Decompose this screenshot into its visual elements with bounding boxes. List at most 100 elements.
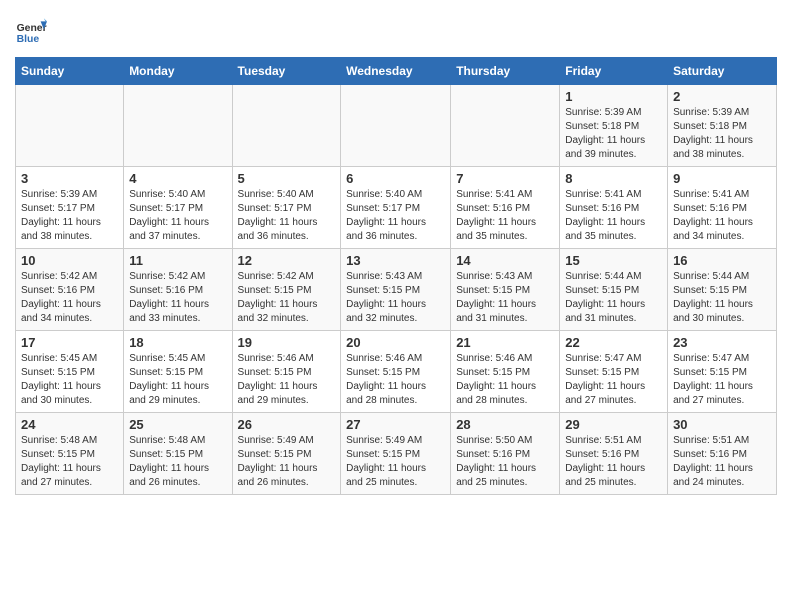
- day-detail: Sunrise: 5:47 AM Sunset: 5:15 PM Dayligh…: [673, 352, 771, 408]
- day-detail: Sunrise: 5:46 AM Sunset: 5:15 PM Dayligh…: [346, 352, 445, 408]
- day-number: 26: [238, 417, 336, 432]
- calendar-cell: 27Sunrise: 5:49 AM Sunset: 5:15 PM Dayli…: [341, 413, 451, 495]
- day-number: 18: [129, 335, 226, 350]
- calendar-cell: 15 Sunrise: 5:44 AM Sunset: 5:15 PM Dayli…: [560, 249, 668, 331]
- day-detail: Sunrise: 5:47 AM Sunset: 5:15 PM Dayligh…: [565, 352, 662, 408]
- calendar-cell: 22 Sunrise: 5:47 AM Sunset: 5:15 PM Dayli…: [560, 331, 668, 413]
- calendar-cell: 4 Sunrise: 5:40 AM Sunset: 5:17 PM Daylig…: [124, 167, 232, 249]
- day-detail: Sunrise: 5:44 AM Sunset: 5:15 PM Dayligh…: [673, 270, 771, 326]
- day-number: 1: [565, 89, 662, 104]
- svg-text:Blue: Blue: [17, 34, 40, 45]
- week-row-5: 24 Sunrise: 5:48 AM Sunset: 5:15 PM Dayli…: [16, 413, 777, 495]
- day-number: 6: [346, 171, 445, 186]
- page-header: General Blue: [15, 15, 777, 47]
- calendar-cell: 13 Sunrise: 5:43 AM Sunset: 5:15 PM Dayli…: [341, 249, 451, 331]
- day-number: 3: [21, 171, 118, 186]
- day-number: 22: [565, 335, 662, 350]
- calendar-cell: 5 Sunrise: 5:40 AM Sunset: 5:17 PM Daylig…: [232, 167, 341, 249]
- week-row-1: 1 Sunrise: 5:39 AM Sunset: 5:18 PM Daylig…: [16, 85, 777, 167]
- column-header-friday: Friday: [560, 58, 668, 85]
- calendar-cell: 25 Sunrise: 5:48 AM Sunset: 5:15 PM Dayli…: [124, 413, 232, 495]
- day-number: 23: [673, 335, 771, 350]
- calendar-cell: 8 Sunrise: 5:41 AM Sunset: 5:16 PM Daylig…: [560, 167, 668, 249]
- calendar-cell: 14 Sunrise: 5:43 AM Sunset: 5:15 PM Dayli…: [451, 249, 560, 331]
- day-detail: Sunrise: 5:44 AM Sunset: 5:15 PM Dayligh…: [565, 270, 662, 326]
- calendar-cell: 18 Sunrise: 5:45 AM Sunset: 5:15 PM Dayli…: [124, 331, 232, 413]
- day-number: 12: [238, 253, 336, 268]
- calendar-cell: 23 Sunrise: 5:47 AM Sunset: 5:15 PM Dayli…: [668, 331, 777, 413]
- day-detail: Sunrise: 5:39 AM Sunset: 5:18 PM Dayligh…: [565, 106, 662, 162]
- day-detail: Sunrise: 5:40 AM Sunset: 5:17 PM Dayligh…: [346, 188, 445, 244]
- calendar-cell: 24Sunrise: 5:48 AM Sunset: 5:15 PM Dayli…: [16, 413, 124, 495]
- day-number: 28: [456, 417, 554, 432]
- day-detail: Sunrise: 5:42 AM Sunset: 5:16 PM Dayligh…: [129, 270, 226, 326]
- day-number: 7: [456, 171, 554, 186]
- day-number: 15: [565, 253, 662, 268]
- day-detail: Sunrise: 5:43 AM Sunset: 5:15 PM Dayligh…: [456, 270, 554, 326]
- day-detail: Sunrise: 5:48 AM Sunset: 5:15 PM Dayligh…: [129, 434, 226, 490]
- calendar-cell: 2Sunrise: 5:39 AM Sunset: 5:18 PM Daylig…: [668, 85, 777, 167]
- day-detail: Sunrise: 5:50 AM Sunset: 5:16 PM Dayligh…: [456, 434, 554, 490]
- day-number: 19: [238, 335, 336, 350]
- day-number: 8: [565, 171, 662, 186]
- calendar-cell: 28 Sunrise: 5:50 AM Sunset: 5:16 PM Dayli…: [451, 413, 560, 495]
- header-row: SundayMondayTuesdayWednesdayThursdayFrid…: [16, 58, 777, 85]
- calendar-table: SundayMondayTuesdayWednesdayThursdayFrid…: [15, 57, 777, 495]
- column-header-tuesday: Tuesday: [232, 58, 341, 85]
- column-header-saturday: Saturday: [668, 58, 777, 85]
- day-number: 17: [21, 335, 118, 350]
- calendar-cell: 17 Sunrise: 5:45 AM Sunset: 5:15 PM Dayli…: [16, 331, 124, 413]
- day-number: 13: [346, 253, 445, 268]
- calendar-cell: 20 Sunrise: 5:46 AM Sunset: 5:15 PM Dayli…: [341, 331, 451, 413]
- day-detail: Sunrise: 5:40 AM Sunset: 5:17 PM Dayligh…: [238, 188, 336, 244]
- calendar-cell: 26 Sunrise: 5:49 AM Sunset: 5:15 PM Dayli…: [232, 413, 341, 495]
- calendar-cell: [451, 85, 560, 167]
- day-detail: Sunrise: 5:40 AM Sunset: 5:17 PM Dayligh…: [129, 188, 226, 244]
- calendar-cell: 3 Sunrise: 5:39 AM Sunset: 5:17 PM Daylig…: [16, 167, 124, 249]
- calendar-cell: 6 Sunrise: 5:40 AM Sunset: 5:17 PM Daylig…: [341, 167, 451, 249]
- day-detail: Sunrise: 5:49 AM Sunset: 5:15 PM Dayligh…: [238, 434, 336, 490]
- calendar-cell: 9 Sunrise: 5:41 AM Sunset: 5:16 PM Daylig…: [668, 167, 777, 249]
- day-detail: Sunrise: 5:45 AM Sunset: 5:15 PM Dayligh…: [21, 352, 118, 408]
- day-number: 4: [129, 171, 226, 186]
- day-detail: Sunrise: 5:45 AM Sunset: 5:15 PM Dayligh…: [129, 352, 226, 408]
- day-number: 24: [21, 417, 118, 432]
- calendar-cell: 16 Sunrise: 5:44 AM Sunset: 5:15 PM Dayli…: [668, 249, 777, 331]
- day-number: 25: [129, 417, 226, 432]
- week-row-3: 10 Sunrise: 5:42 AM Sunset: 5:16 PM Dayli…: [16, 249, 777, 331]
- day-number: 20: [346, 335, 445, 350]
- calendar-cell: 12 Sunrise: 5:42 AM Sunset: 5:15 PM Dayli…: [232, 249, 341, 331]
- day-detail: Sunrise: 5:46 AM Sunset: 5:15 PM Dayligh…: [456, 352, 554, 408]
- day-detail: Sunrise: 5:41 AM Sunset: 5:16 PM Dayligh…: [673, 188, 771, 244]
- day-detail: Sunrise: 5:49 AM Sunset: 5:15 PM Dayligh…: [346, 434, 445, 490]
- day-detail: Sunrise: 5:46 AM Sunset: 5:15 PM Dayligh…: [238, 352, 336, 408]
- day-detail: Sunrise: 5:43 AM Sunset: 5:15 PM Dayligh…: [346, 270, 445, 326]
- calendar-cell: 1 Sunrise: 5:39 AM Sunset: 5:18 PM Daylig…: [560, 85, 668, 167]
- day-detail: Sunrise: 5:51 AM Sunset: 5:16 PM Dayligh…: [565, 434, 662, 490]
- calendar-cell: 10 Sunrise: 5:42 AM Sunset: 5:16 PM Dayli…: [16, 249, 124, 331]
- day-number: 11: [129, 253, 226, 268]
- column-header-wednesday: Wednesday: [341, 58, 451, 85]
- day-detail: Sunrise: 5:41 AM Sunset: 5:16 PM Dayligh…: [456, 188, 554, 244]
- day-detail: Sunrise: 5:42 AM Sunset: 5:16 PM Dayligh…: [21, 270, 118, 326]
- day-number: 9: [673, 171, 771, 186]
- calendar-cell: 7 Sunrise: 5:41 AM Sunset: 5:16 PM Daylig…: [451, 167, 560, 249]
- calendar-cell: [124, 85, 232, 167]
- day-number: 14: [456, 253, 554, 268]
- day-number: 30: [673, 417, 771, 432]
- day-detail: Sunrise: 5:39 AM Sunset: 5:17 PM Dayligh…: [21, 188, 118, 244]
- column-header-thursday: Thursday: [451, 58, 560, 85]
- day-number: 2: [673, 89, 771, 104]
- day-detail: Sunrise: 5:41 AM Sunset: 5:16 PM Dayligh…: [565, 188, 662, 244]
- column-header-sunday: Sunday: [16, 58, 124, 85]
- day-number: 16: [673, 253, 771, 268]
- calendar-cell: 30 Sunrise: 5:51 AM Sunset: 5:16 PM Dayli…: [668, 413, 777, 495]
- day-detail: Sunrise: 5:51 AM Sunset: 5:16 PM Dayligh…: [673, 434, 771, 490]
- day-detail: Sunrise: 5:42 AM Sunset: 5:15 PM Dayligh…: [238, 270, 336, 326]
- day-number: 5: [238, 171, 336, 186]
- calendar-cell: 21Sunrise: 5:46 AM Sunset: 5:15 PM Dayli…: [451, 331, 560, 413]
- logo: General Blue: [15, 15, 53, 47]
- calendar-cell: 11 Sunrise: 5:42 AM Sunset: 5:16 PM Dayli…: [124, 249, 232, 331]
- day-number: 10: [21, 253, 118, 268]
- calendar-cell: [341, 85, 451, 167]
